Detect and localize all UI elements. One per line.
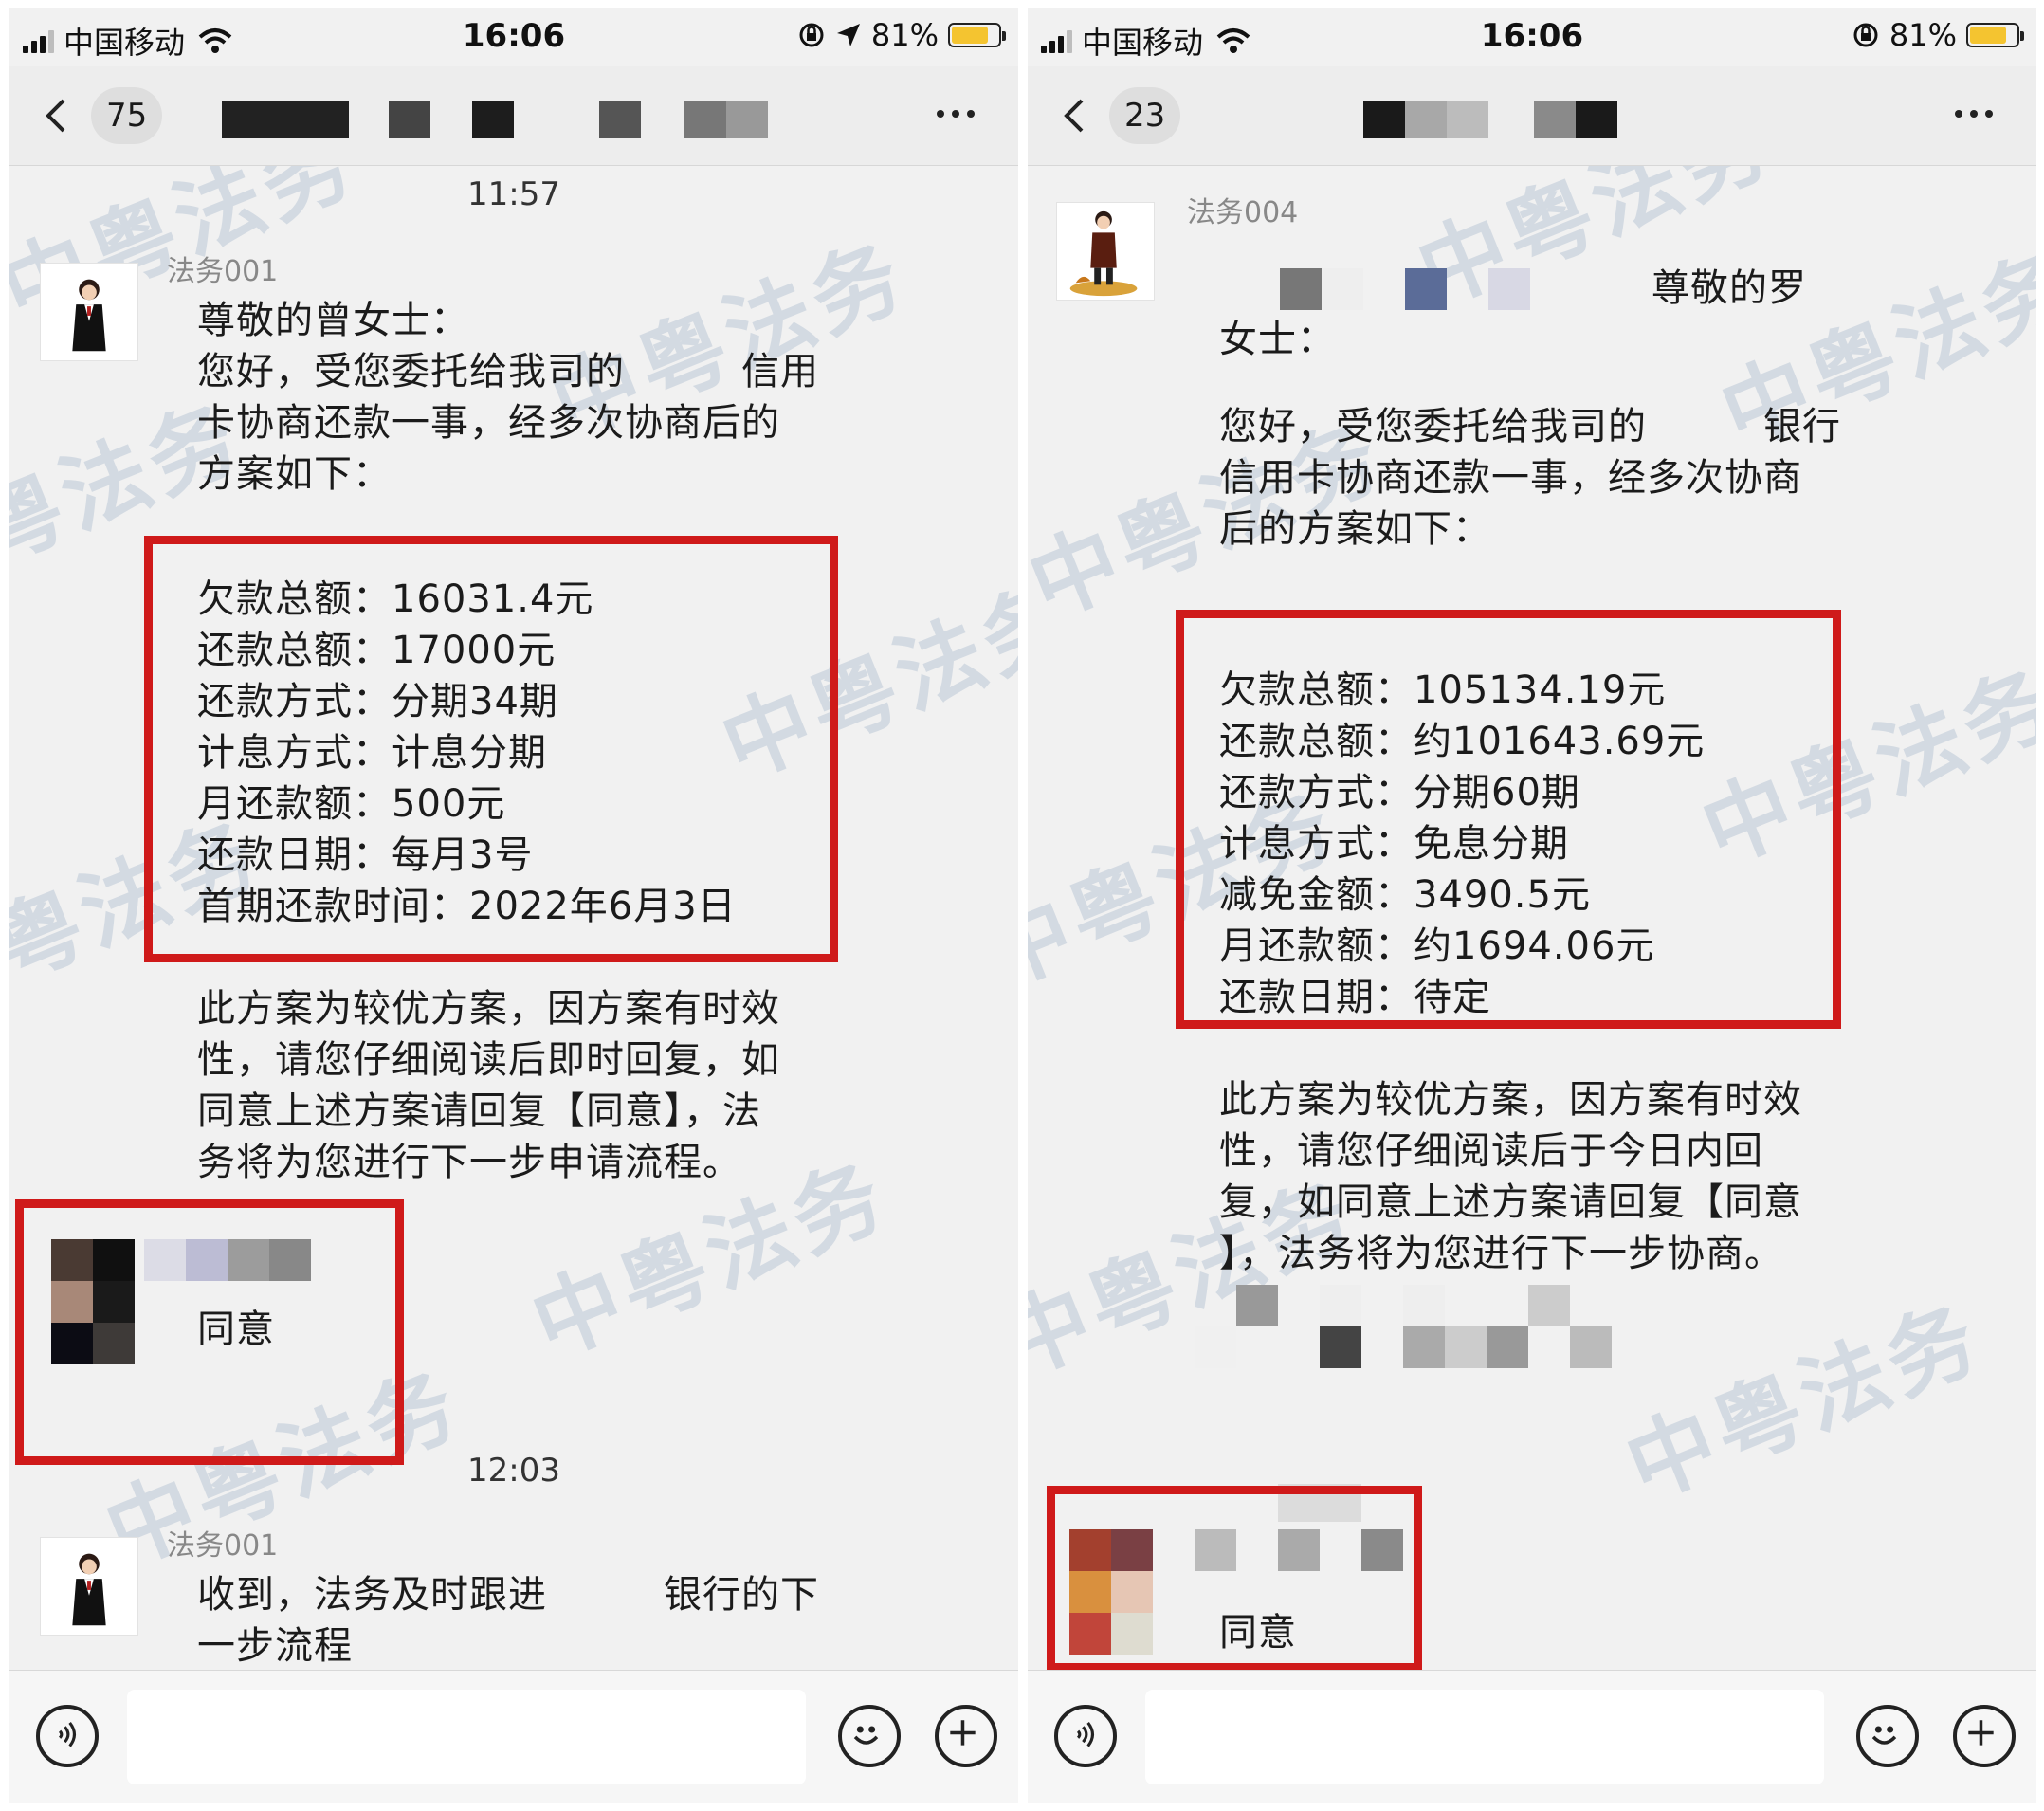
redacted-user-name <box>144 1239 311 1281</box>
redacted-chat-title <box>222 101 349 138</box>
redacted-chat-title <box>726 101 768 138</box>
redacted-user-avatar <box>1069 1529 1153 1655</box>
redacted-text <box>1195 1285 1612 1368</box>
orientation-lock-icon <box>1853 23 1878 47</box>
redacted-chat-title <box>1363 101 1405 138</box>
message-input[interactable] <box>1145 1690 1824 1784</box>
watermark: 中粤法务 <box>1613 1285 1996 1519</box>
plan-line: 还款方式：分期34期 <box>197 680 558 723</box>
battery-icon <box>1966 23 2024 47</box>
redacted-chat-title <box>1405 101 1447 138</box>
unread-count-badge[interactable]: 75 <box>91 87 163 144</box>
battery-icon <box>948 23 1006 47</box>
repayment-plan: 欠款总额：105134.19元 还款总额：约101643.69元 还款方式：分期60… <box>1219 665 1705 1023</box>
redacted-text <box>1280 268 1572 310</box>
repayment-plan: 欠款总额：16031.4元 还款总额：17000元 还款方式：分期34期 计息方式：计… <box>197 574 737 932</box>
plan-line: 月还款额：约1694.06元 <box>1219 924 1655 968</box>
sender-avatar[interactable] <box>1056 202 1155 301</box>
message-text: 此方案为较优方案，因方案有时效 性，请您仔细阅读后即时回复，如 同意上述方案请回… <box>197 987 780 1184</box>
plan-line: 还款日期：每月3号 <box>197 833 534 877</box>
redacted-chat-title <box>1576 101 1617 138</box>
message-text: 此方案为较优方案，因方案有时效 性，请您仔细阅读后于今日内回 复，如同意上述方案… <box>1219 1078 1802 1275</box>
more-options-icon[interactable] <box>937 110 975 118</box>
plan-line: 首期还款时间：2022年6月3日 <box>197 885 737 928</box>
plan-line: 还款总额：17000元 <box>197 629 557 672</box>
back-chevron-icon[interactable] <box>46 99 66 133</box>
plan-line: 欠款总额：16031.4元 <box>197 577 594 621</box>
message-timestamp: 11:57 <box>467 175 560 213</box>
plan-line: 月还款额：500元 <box>197 782 506 826</box>
redacted-chat-title <box>472 101 514 138</box>
reply-message: 同意 <box>197 1308 275 1351</box>
sender-name: 法务001 <box>167 1529 279 1563</box>
status-bar: 中国移动 16:06 81% <box>1028 8 2036 66</box>
message-input[interactable] <box>127 1690 806 1784</box>
message-text: 您好，受您委托给我司的 银行 信用卡协商还款一事，经多次协商 后的方案如下： <box>1219 405 1841 551</box>
plan-line: 还款方式：分期60期 <box>1219 771 1580 814</box>
redacted-chat-title <box>1447 101 1488 138</box>
input-bar <box>9 1670 1018 1803</box>
status-bar: 中国移动 16:06 81% <box>9 8 1018 66</box>
orientation-lock-icon <box>799 23 824 47</box>
plus-icon[interactable] <box>935 1705 997 1767</box>
voice-input-icon[interactable] <box>36 1705 99 1767</box>
redacted-chat-title <box>599 101 641 138</box>
more-options-icon[interactable] <box>1955 110 1993 118</box>
plan-line: 计息方式：计息分期 <box>197 731 547 775</box>
sender-avatar[interactable] <box>40 263 138 361</box>
message-list[interactable]: 中粤法务 中粤法务 中粤法务 中粤法务 中粤法务 中粤法务 中粤法务 法务004… <box>1028 166 2036 1671</box>
plus-icon[interactable] <box>1953 1705 2016 1767</box>
redacted-chat-title <box>1534 101 1576 138</box>
emoji-icon[interactable] <box>838 1705 901 1767</box>
message-text: 尊敬的罗 <box>1652 266 1807 310</box>
sender-name: 法务001 <box>167 255 279 288</box>
redacted-chat-title <box>389 101 430 138</box>
message-list[interactable]: 中粤法务 中粤法务 中粤法务 中粤法务 中粤法务 中粤法务 中粤法务 11:57… <box>9 166 1018 1671</box>
chat-screen-left: 中国移动 16:06 81% 75 中粤法务 中粤法务 中粤法务 中粤法务 中粤… <box>9 8 1018 1803</box>
chat-header: 75 <box>9 66 1018 166</box>
plan-line: 欠款总额：105134.19元 <box>1219 668 1667 712</box>
input-bar <box>1028 1670 2036 1803</box>
chat-header: 23 <box>1028 66 2036 166</box>
message-text: 尊敬的曾女士： 您好，受您委托给我司的 信用 卡协商还款一事，经多次协商后的 方… <box>197 299 819 496</box>
plan-line: 还款日期：待定 <box>1219 976 1491 1019</box>
redacted-chat-title <box>684 101 726 138</box>
unread-count-badge[interactable]: 23 <box>1109 87 1181 144</box>
sender-name: 法务004 <box>1187 196 1299 229</box>
redacted-user-avatar <box>51 1239 135 1364</box>
back-chevron-icon[interactable] <box>1064 99 1085 133</box>
reply-message: 同意 <box>1219 1611 1297 1655</box>
sender-avatar[interactable] <box>40 1537 138 1636</box>
redacted-user-name <box>1195 1529 1403 1571</box>
plan-line: 减免金额：3490.5元 <box>1219 873 1591 917</box>
plan-line: 计息方式：免息分期 <box>1219 822 1569 866</box>
message-text: 收到，法务及时跟进 银行的下 一步流程 <box>197 1573 819 1668</box>
plan-line: 还款总额：约101643.69元 <box>1219 720 1706 763</box>
location-arrow-icon <box>836 24 860 46</box>
message-text: 女士： <box>1219 318 1336 361</box>
battery-percent: 81% <box>1889 17 1957 53</box>
chat-screen-right: 中国移动 16:06 81% 23 中粤法务 中粤法务 中粤法务 中粤法务 中粤… <box>1028 8 2036 1803</box>
battery-percent: 81% <box>870 17 939 53</box>
emoji-icon[interactable] <box>1856 1705 1919 1767</box>
voice-input-icon[interactable] <box>1054 1705 1117 1767</box>
message-timestamp: 12:03 <box>467 1452 560 1490</box>
